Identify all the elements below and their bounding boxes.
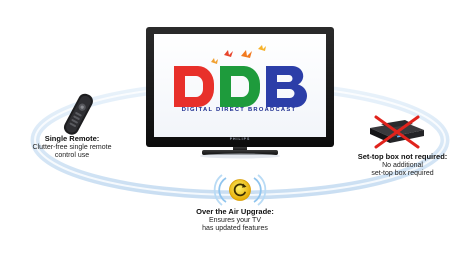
- ddb-feature-diagram: DIGITAL DIRECT BROADCAST PHILIPS Single …: [0, 0, 470, 255]
- feature-ota-upgrade: Over the Air Upgrade: Ensures your TV ha…: [180, 207, 290, 234]
- feature-desc-line: No additional: [382, 161, 423, 169]
- feature-title: Set-top box not required:: [357, 152, 448, 161]
- crossed-out-set-top-box-icon: [370, 115, 424, 149]
- logo-letter-b-blue: [266, 65, 308, 108]
- feature-title: Single Remote:: [44, 134, 100, 143]
- feature-desc-line: has updated features: [202, 225, 268, 232]
- feature-single-remote: Single Remote: Clutter-free single remot…: [22, 134, 122, 161]
- feature-desc-line: Clutter-free single remote: [32, 143, 112, 151]
- wireless-update-icon: [213, 174, 267, 206]
- feature-desc-line: control use: [54, 152, 90, 159]
- tv-brand-label: PHILIPS: [229, 137, 251, 141]
- feature-set-top-box: Set-top box not required: No additional …: [340, 152, 465, 179]
- feature-desc-line: set-top box required: [371, 170, 434, 177]
- feature-title: Over the Air Upgrade:: [196, 207, 274, 216]
- feature-desc-line: Ensures your TV: [208, 216, 261, 224]
- logo-tagline: DIGITAL DIRECT BROADCAST: [181, 107, 297, 113]
